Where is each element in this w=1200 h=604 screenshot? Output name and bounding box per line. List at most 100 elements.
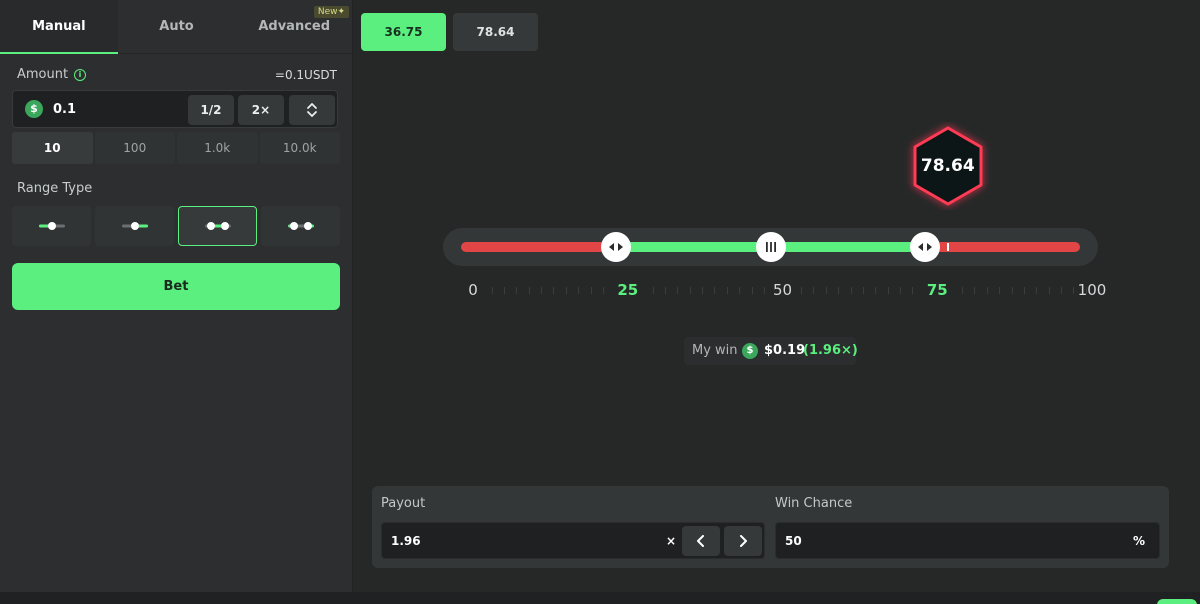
range-type-options <box>12 206 340 246</box>
range-outside-icon <box>287 222 314 230</box>
scale-tick <box>1048 287 1050 294</box>
scale-label-100: 100 <box>1077 281 1107 299</box>
scale-tick <box>825 287 827 294</box>
tab-auto[interactable]: Auto <box>118 0 236 53</box>
chevron-right-icon <box>740 535 747 547</box>
amount-value[interactable]: 0.1 <box>53 102 76 117</box>
payout-panel: Payout 1.96 × Win Chance 50 % <box>372 486 1169 568</box>
result-marker <box>946 243 949 251</box>
history-result-win[interactable]: 36.75 <box>361 13 446 51</box>
range-under-button[interactable] <box>12 206 91 246</box>
chevron-left-icon <box>697 535 704 547</box>
quick-amount-row: 10 100 1.0k 10.0k <box>12 132 340 164</box>
win-chance-label: Win Chance <box>775 496 853 511</box>
range-inside-icon <box>204 222 231 230</box>
scale-tick <box>999 287 1001 294</box>
scale-tick <box>763 287 765 294</box>
scale-tick <box>1073 287 1075 294</box>
win-chance-value[interactable]: 50 <box>785 534 802 548</box>
scale-tick <box>664 287 666 294</box>
scale-tick <box>887 287 889 294</box>
half-amount-button[interactable]: 1/2 <box>188 95 234 125</box>
info-icon[interactable]: i <box>74 69 86 81</box>
payout-increase-button[interactable] <box>724 526 762 556</box>
scale-tick <box>1085 287 1087 294</box>
dollar-coin-icon: $ <box>742 343 758 359</box>
scale-tick <box>702 287 704 294</box>
history-result-loss[interactable]: 78.64 <box>453 13 538 51</box>
win-chance-input[interactable]: 50 % <box>775 522 1160 559</box>
mode-tabs: Manual Auto Advanced New✦ <box>0 0 353 54</box>
payout-input[interactable]: 1.96 × <box>381 522 765 559</box>
drag-arrows-icon <box>608 243 623 251</box>
scale-tick <box>801 287 803 294</box>
slider-scale: 0 25 50 75 100 <box>443 280 1106 302</box>
tab-manual[interactable]: Manual <box>0 0 118 54</box>
my-win-multiplier: (1.96×) <box>803 343 858 358</box>
scale-tick <box>1061 287 1063 294</box>
drag-arrows-icon <box>918 243 933 251</box>
scale-tick <box>875 287 877 294</box>
amount-input[interactable]: $ 0.1 1/2 2× <box>12 90 338 128</box>
tab-advanced[interactable]: Advanced New✦ <box>235 0 353 53</box>
result-hexagon: 78.64 <box>904 122 992 210</box>
amount-stepper-button[interactable] <box>289 95 335 125</box>
scale-tick <box>912 287 914 294</box>
quick-amount-10[interactable]: 10 <box>12 132 93 164</box>
scale-tick <box>516 287 518 294</box>
range-outside-button[interactable] <box>261 206 340 246</box>
bet-button[interactable]: Bet <box>12 263 340 310</box>
amount-conversion: =0.1USDT <box>274 68 337 82</box>
double-amount-button[interactable]: 2× <box>238 95 284 125</box>
slider-handle-range[interactable] <box>755 232 786 262</box>
scale-tick <box>689 287 691 294</box>
scale-tick <box>578 287 580 294</box>
slider-handle-high[interactable] <box>910 232 941 262</box>
double-amount-label: 2× <box>251 103 271 117</box>
quick-amount-1k[interactable]: 1.0k <box>177 132 258 164</box>
payout-value[interactable]: 1.96 <box>391 534 421 548</box>
result-value: 78.64 <box>920 156 975 176</box>
footer-bar <box>0 592 1200 604</box>
scale-tick <box>850 287 852 294</box>
scale-tick <box>813 287 815 294</box>
scale-label-0: 0 <box>468 281 478 299</box>
quick-amount-100[interactable]: 100 <box>94 132 175 164</box>
scale-tick <box>1036 287 1038 294</box>
scale-tick <box>1023 287 1025 294</box>
bet-settings-panel: Manual Auto Advanced New✦ Amount i =0.1U… <box>0 0 353 592</box>
scale-tick <box>986 287 988 294</box>
range-slider[interactable] <box>443 228 1098 266</box>
tab-advanced-label: Advanced <box>258 19 331 34</box>
range-over-button[interactable] <box>95 206 174 246</box>
scale-tick <box>739 287 741 294</box>
range-type-label: Range Type <box>17 181 93 196</box>
scale-tick <box>838 287 840 294</box>
footer-toggle-button[interactable] <box>1157 599 1197 604</box>
my-win-display: My win $ $0.19 (1.96×) <box>684 337 858 365</box>
scale-tick <box>1011 287 1013 294</box>
slider-handle-low[interactable] <box>600 232 631 262</box>
tab-manual-label: Manual <box>32 19 86 34</box>
scale-tick <box>541 287 543 294</box>
tab-auto-label: Auto <box>159 19 194 34</box>
range-over-icon <box>121 222 148 230</box>
scale-tick <box>862 287 864 294</box>
win-chance-unit: % <box>1133 534 1146 548</box>
chevron-up-down-icon <box>307 103 317 117</box>
scale-tick <box>974 287 976 294</box>
scale-tick <box>726 287 728 294</box>
my-win-amount: $0.19 <box>764 343 806 358</box>
payout-decrease-button[interactable] <box>682 526 720 556</box>
scale-label-50: 50 <box>772 281 793 299</box>
scale-tick <box>565 287 567 294</box>
range-inside-button[interactable] <box>178 206 257 246</box>
dollar-coin-icon: $ <box>25 100 43 118</box>
range-under-icon <box>38 222 65 230</box>
scale-label-25: 25 <box>617 281 639 299</box>
grip-lines-icon <box>765 242 776 252</box>
quick-amount-10k[interactable]: 10.0k <box>259 132 340 164</box>
scale-tick <box>590 287 592 294</box>
scale-tick <box>528 287 530 294</box>
scale-tick <box>602 287 604 294</box>
